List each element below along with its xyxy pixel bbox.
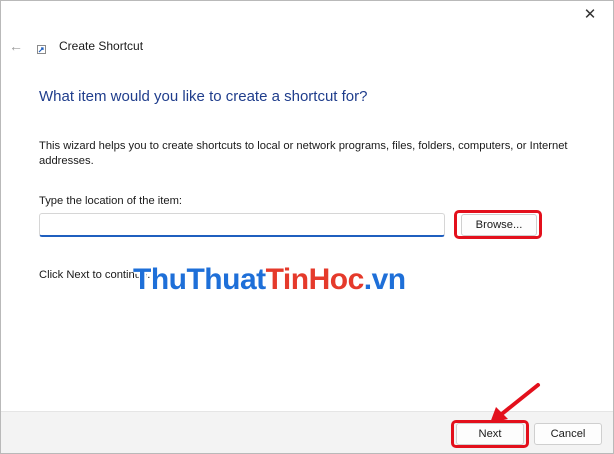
- close-button[interactable]: ✕: [581, 6, 599, 24]
- page-heading: What item would you like to create a sho…: [39, 88, 368, 105]
- location-input[interactable]: [39, 213, 445, 237]
- browse-highlight-box: [454, 210, 542, 239]
- location-label: Type the location of the item:: [39, 195, 183, 207]
- watermark-part1: ThuThuat: [133, 263, 266, 296]
- window-title: Create Shortcut: [59, 39, 144, 53]
- create-shortcut-window: ✕ ← Create Shortcut What item would you …: [0, 0, 614, 454]
- red-pointer-arrow-icon: [490, 383, 540, 423]
- wizard-description: This wizard helps you to create shortcut…: [39, 140, 568, 167]
- watermark-logo: ThuThuatTinHoc.vn: [133, 263, 406, 297]
- back-arrow-icon[interactable]: ←: [9, 38, 25, 54]
- watermark-part2: TinHoc: [265, 263, 365, 296]
- cancel-button[interactable]: Cancel: [534, 423, 602, 445]
- watermark-part3: .vn: [363, 263, 406, 296]
- shortcut-icon: [37, 45, 46, 54]
